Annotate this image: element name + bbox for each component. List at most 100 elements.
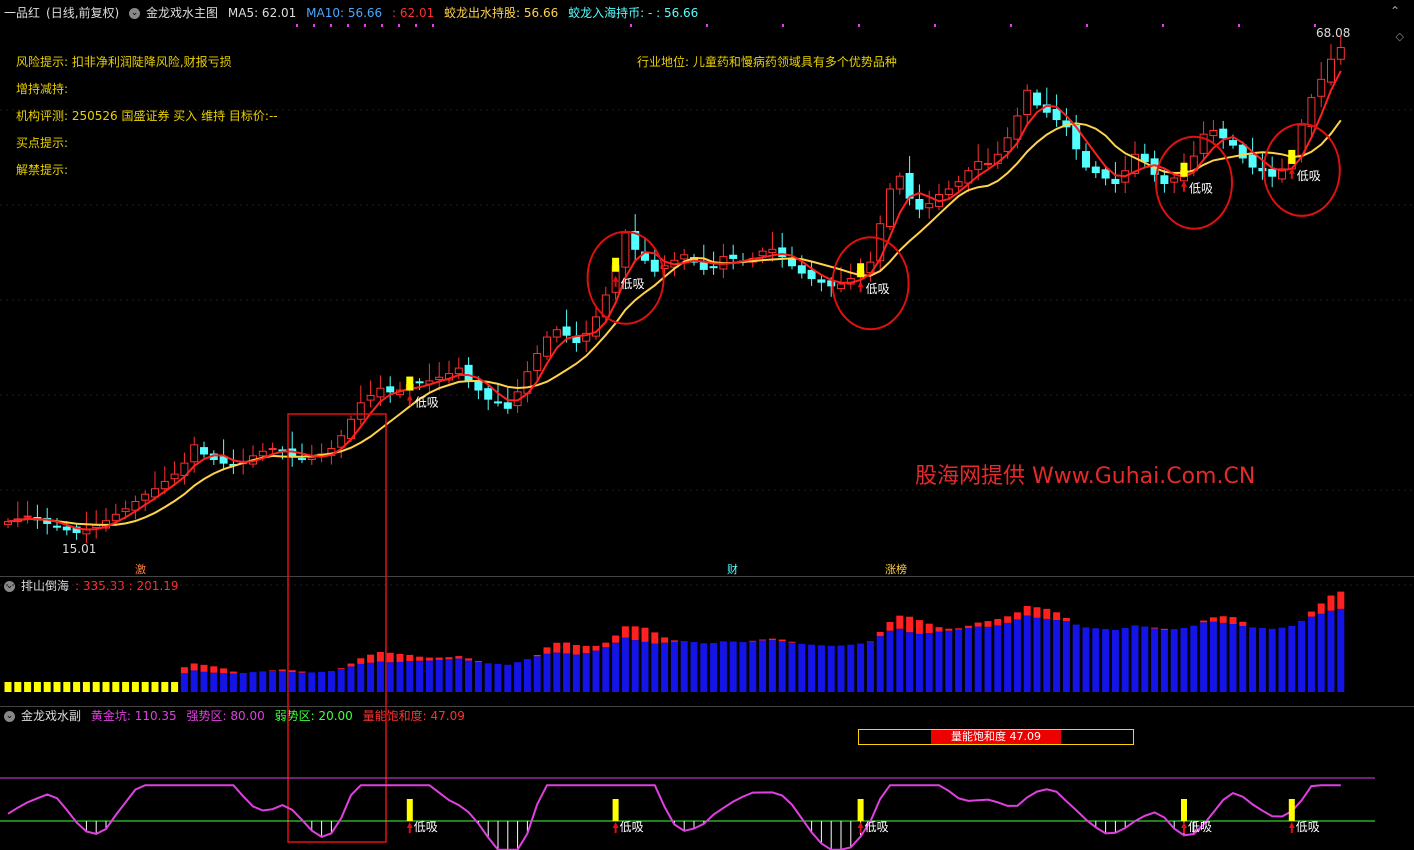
sub1-red-bar (543, 647, 551, 654)
sub1-red-bar (984, 621, 992, 627)
candle-body (1023, 89, 1032, 116)
sub1-red-bar (1053, 612, 1061, 621)
sub1-bar (837, 645, 845, 692)
sub1-bar (141, 682, 149, 692)
sub2-arrow-icon (857, 822, 864, 833)
sub2-buy-label: 低吸 (620, 820, 644, 834)
sub1-bar (661, 642, 669, 692)
sub1-red-bar (925, 623, 933, 634)
candle-body (484, 388, 493, 400)
sub1-bar (82, 682, 90, 692)
sub1-bar (288, 672, 296, 692)
sub1-bar (1121, 627, 1129, 692)
sub1-bar (190, 670, 198, 692)
candle-body (62, 526, 71, 531)
sub1-bar (122, 682, 130, 692)
sub1-bar (249, 672, 257, 692)
sub2-arrow-icon (612, 822, 619, 833)
sub1-bar (220, 673, 228, 692)
sub1-red-bar (210, 666, 218, 673)
sub1-bar (1209, 621, 1217, 692)
sub1-red-bar (994, 618, 1002, 626)
sub1-bar (670, 641, 678, 692)
chart-svg[interactable]: 低吸低吸 低吸低吸低吸低吸 低吸 低吸 低吸 低吸 (0, 0, 1414, 850)
candle-body (1003, 137, 1012, 153)
sub1-bar (308, 672, 316, 692)
sub1-bar (259, 671, 267, 692)
sub1-bar (641, 641, 649, 692)
top-marker (782, 24, 784, 27)
sub1-bar (474, 661, 482, 692)
sub1-bar (945, 630, 953, 692)
sub1-bar (612, 642, 620, 692)
sub1-bar (1131, 625, 1139, 692)
candle-body (552, 329, 561, 338)
sub1-red-bar (1033, 607, 1041, 618)
candle-body (729, 254, 738, 259)
sub1-bar (1013, 619, 1021, 692)
sub1-bar (984, 626, 992, 692)
sub1-red-bar (553, 642, 561, 653)
sub1-bar (1327, 610, 1335, 692)
sub1-bar (768, 640, 776, 692)
sub1-bar (435, 659, 443, 692)
sub1-bar (964, 627, 972, 692)
sub1-bar (1033, 617, 1041, 692)
buy-arrow-icon (857, 281, 864, 293)
sub1-red-bar (269, 670, 277, 671)
sub1-bar (1229, 624, 1237, 692)
sub1-bar (337, 669, 345, 692)
sub1-bar (935, 631, 943, 692)
sub1-red-bar (425, 657, 433, 661)
sub1-bar (896, 628, 904, 692)
sub1-red-bar (749, 640, 757, 642)
sub1-bar (112, 682, 120, 692)
candle-body (886, 188, 894, 227)
candle-body (454, 367, 463, 375)
candle-body (709, 266, 718, 269)
candle-body (53, 525, 61, 528)
sub1-red-bar (1219, 616, 1227, 623)
sub1-red-bar (1229, 617, 1237, 624)
top-marker (432, 24, 434, 27)
top-marker (398, 24, 400, 27)
sub1-red-bar (974, 622, 982, 627)
buy-label: 低吸 (866, 282, 890, 296)
candle-body (1307, 97, 1316, 127)
sub1-bar (876, 636, 884, 692)
sub1-bar (102, 682, 110, 692)
sub1-red-bar (180, 667, 188, 674)
buy-bar (406, 376, 414, 391)
candle-body (807, 269, 816, 280)
sub1-red-bar (1013, 612, 1021, 620)
sub1-bar (1337, 608, 1345, 692)
candle-body (1209, 130, 1218, 137)
candle-body (435, 376, 444, 381)
sub1-bar (504, 664, 512, 692)
sub1-red-bar (337, 668, 345, 669)
sub1-bar (1249, 627, 1257, 692)
candle-body (1229, 140, 1237, 146)
candle-body (915, 199, 924, 210)
ma10-line (7, 119, 1342, 526)
candle-body (543, 336, 551, 357)
sub1-bar (63, 682, 71, 692)
sub1-red-bar (1023, 606, 1031, 616)
sub1-red-bar (1317, 603, 1325, 614)
sub1-bar (229, 673, 237, 692)
sub1-bar (582, 653, 590, 692)
candle-body (268, 448, 277, 451)
candle-body (1101, 169, 1110, 179)
top-marker (934, 24, 936, 27)
sub1-bar (514, 662, 522, 692)
sub1-bar (572, 654, 580, 692)
candle-body (680, 254, 689, 260)
candle-body (200, 447, 208, 455)
sub1-red-bar (1160, 628, 1168, 630)
candle-body (160, 480, 169, 490)
candle-body (895, 175, 904, 190)
sub1-red-bar (563, 642, 571, 654)
sub1-red-bar (416, 656, 424, 661)
sub1-red-bar (582, 645, 590, 654)
sub1-red-bar (621, 626, 629, 638)
